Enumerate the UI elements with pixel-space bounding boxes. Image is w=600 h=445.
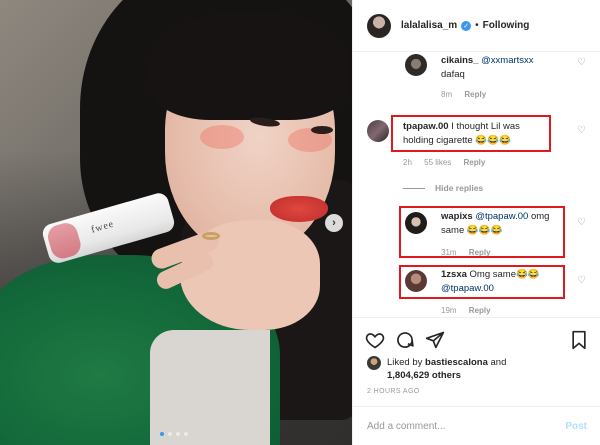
comment-likes[interactable]: 55 likes: [424, 158, 451, 167]
likes-count[interactable]: 1,804,629 others: [387, 370, 461, 381]
post-header: lalalalisa_m ✓ • Following: [353, 0, 600, 52]
author-username[interactable]: lalalalisa_m: [401, 20, 457, 31]
carousel-dot: [184, 432, 188, 436]
reply-button[interactable]: Reply: [469, 306, 491, 315]
post-timestamp: 2 HOURS AGO: [367, 388, 420, 395]
comment-body: omg: [530, 211, 550, 222]
photo-lips: [270, 196, 328, 222]
avatar[interactable]: [405, 212, 427, 234]
avatar[interactable]: [367, 120, 389, 142]
carousel-dot: [176, 432, 180, 436]
comment-heart-icon[interactable]: ♡: [577, 218, 587, 228]
comment-text: wapixs @tpapaw.00 omg same 😂😂😂: [441, 210, 581, 238]
following-button[interactable]: Following: [483, 20, 530, 31]
comment-username[interactable]: 1zsxa: [441, 269, 467, 280]
carousel-dot: [160, 432, 164, 436]
hide-replies-line: [403, 187, 425, 189]
verified-badge-icon: ✓: [461, 20, 472, 31]
comment-meta: 19m Reply: [441, 306, 501, 315]
photo-blush-left: [200, 125, 244, 149]
photo-eye-right: [311, 126, 333, 134]
comments-list[interactable]: cikains_ @xxmartsxx dafaq 8m Reply ♡ tpa…: [353, 52, 600, 317]
lipstick-cap: [45, 220, 84, 262]
photo-bangs: [150, 10, 350, 120]
likes-text: Liked by bastiescalona and 1,804,629 oth…: [387, 356, 506, 382]
post-photo[interactable]: fwee ›: [0, 0, 352, 445]
comment-meta: 2h 55 likes Reply: [403, 158, 495, 167]
post-actions: Liked by bastiescalona and 1,804,629 oth…: [353, 317, 600, 399]
reply-button[interactable]: Reply: [469, 248, 491, 257]
chevron-right-icon[interactable]: ›: [325, 214, 343, 232]
comment-meta: 31m Reply: [441, 248, 501, 257]
lipstick-brand-label: fwee: [89, 218, 116, 236]
comment-username[interactable]: tpapaw.00: [403, 121, 449, 132]
comment-mention[interactable]: @xxmartsxx: [481, 55, 533, 66]
avatar[interactable]: [405, 270, 427, 292]
comment-mention[interactable]: @tpapaw.00: [475, 211, 528, 222]
comment-heart-icon[interactable]: ♡: [577, 126, 587, 136]
comment-heart-icon[interactable]: ♡: [577, 276, 587, 286]
comment-item: wapixs @tpapaw.00 omg same 😂😂😂 31m Reply…: [353, 210, 600, 260]
header-separator: •: [475, 20, 479, 31]
comment-mention[interactable]: @tpapaw.00: [441, 283, 494, 294]
comment-text: tpapaw.00 I thought Lil was holding ciga…: [403, 120, 583, 148]
add-comment-bar: Post: [353, 406, 600, 445]
comment-icon[interactable]: [395, 330, 415, 350]
carousel-dots: [160, 432, 188, 436]
photo-collar: [150, 330, 270, 445]
comment-item: tpapaw.00 I thought Lil was holding ciga…: [353, 120, 600, 170]
comment-time: 8m: [441, 90, 453, 99]
comment-time: 31m: [441, 248, 457, 257]
carousel-dot: [168, 432, 172, 436]
comment-heart-icon[interactable]: ♡: [577, 58, 587, 68]
photo-ring: [202, 232, 220, 240]
comment-body: I thought Lil was: [451, 121, 520, 132]
liked-by-and: and: [490, 357, 507, 368]
bookmark-icon[interactable]: [569, 330, 589, 350]
hide-replies-label: Hide replies: [435, 183, 484, 193]
reply-button[interactable]: Reply: [464, 90, 486, 99]
comment-text: 1zsxa Omg same😂😂 @tpapaw.00: [441, 268, 581, 296]
liked-by-prefix: Liked by: [387, 357, 423, 368]
comment-item: 1zsxa Omg same😂😂 @tpapaw.00 19m Reply ♡: [353, 268, 600, 317]
comment-time: 19m: [441, 306, 457, 315]
comment-username[interactable]: wapixs: [441, 211, 473, 222]
share-icon[interactable]: [425, 330, 445, 350]
post-button[interactable]: Post: [565, 421, 587, 432]
comment-input[interactable]: [367, 420, 566, 432]
comment-text: cikains_ @xxmartsxx dafaq: [441, 54, 581, 82]
comment-body: holding cigarette 😂😂😂: [403, 135, 511, 146]
avatar[interactable]: [367, 13, 391, 38]
heart-icon[interactable]: [365, 330, 385, 350]
comment-body: same 😂😂😂: [441, 225, 503, 236]
likes-summary: Liked by bastiescalona and 1,804,629 oth…: [367, 356, 506, 382]
comment-username[interactable]: cikains_: [441, 55, 479, 66]
comment-item: cikains_ @xxmartsxx dafaq 8m Reply ♡: [353, 52, 600, 107]
reply-button[interactable]: Reply: [464, 158, 486, 167]
liked-by-user[interactable]: bastiescalona: [425, 357, 488, 368]
hide-replies-button[interactable]: Hide replies: [403, 183, 483, 193]
comment-body: dafaq: [441, 69, 465, 80]
avatar[interactable]: [367, 356, 381, 370]
comment-time: 2h: [403, 158, 412, 167]
comment-meta: 8m Reply: [441, 90, 496, 99]
comment-body: Omg same😂😂: [469, 269, 540, 280]
post-side-panel: lalalalisa_m ✓ • Following cikains_ @xxm…: [352, 0, 600, 445]
avatar[interactable]: [405, 54, 427, 76]
